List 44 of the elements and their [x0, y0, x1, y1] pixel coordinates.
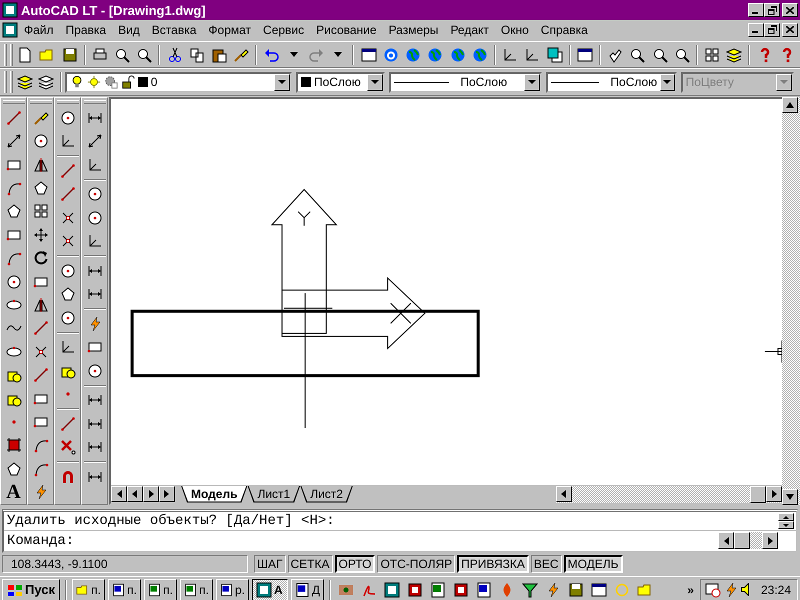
coordinates-readout: 108.3443, -9.1100: [2, 555, 248, 573]
layout-tab[interactable]: Лист2: [300, 486, 353, 502]
lineweight-dropdown[interactable]: ПоСлою: [546, 72, 677, 92]
menu-item[interactable]: Справка: [534, 22, 594, 36]
color-value: ПоСлою: [314, 75, 362, 89]
menu-item[interactable]: Сервис: [257, 22, 310, 36]
taskbar-button[interactable]: Д: [291, 578, 324, 600]
clock: 23:24: [760, 582, 791, 596]
status-toggle[interactable]: ОРТО: [334, 555, 376, 573]
color-dropdown[interactable]: ПоСлою: [296, 72, 386, 92]
window-title: AutoCAD LT - [Drawing1.dwg]: [21, 2, 207, 18]
status-toggle[interactable]: СЕТКА: [288, 555, 332, 573]
command-prompt: Команда:: [7, 532, 76, 548]
taskbar-button[interactable]: р.: [216, 578, 249, 600]
menu-item[interactable]: Редакт: [444, 22, 495, 36]
menu-item[interactable]: Формат: [202, 22, 258, 36]
status-toggle[interactable]: МОДЕЛЬ: [564, 555, 623, 573]
status-toggle[interactable]: ВЕС: [530, 555, 562, 573]
layer-dropdown[interactable]: 0: [64, 72, 292, 92]
menu-item[interactable]: Правка: [60, 22, 112, 36]
start-button[interactable]: Пуск: [2, 578, 60, 600]
command-history: Удалить исходные объекты? [Да/Нет] <Н>:: [7, 513, 336, 529]
linetype-dropdown[interactable]: ПоСлою: [389, 72, 542, 92]
status-toggle[interactable]: ОТС-ПОЛЯР: [377, 555, 456, 573]
layout-tab[interactable]: Лист1: [247, 486, 300, 502]
menu-item[interactable]: Вид: [112, 22, 146, 36]
linetype-value: ПоСлою: [460, 75, 508, 89]
more-button[interactable]: »: [684, 582, 697, 596]
status-toggle[interactable]: ШАГ: [254, 555, 286, 573]
layout-tab[interactable]: Модель: [181, 486, 248, 502]
taskbar-button[interactable]: п.: [144, 578, 177, 600]
layer-name: 0: [150, 75, 158, 89]
menu-item[interactable]: Размеры: [382, 22, 444, 36]
plot-style-value: ПоЦвету: [686, 75, 735, 89]
menu-item[interactable]: Вставка: [146, 22, 202, 36]
taskbar-button[interactable]: п.: [72, 578, 105, 600]
taskbar-button[interactable]: п.: [180, 578, 213, 600]
taskbar-button[interactable]: п.: [108, 578, 141, 600]
lineweight-value: ПоСлою: [610, 75, 658, 89]
menu-item[interactable]: Окно: [494, 22, 535, 36]
taskbar-button[interactable]: A: [252, 578, 288, 600]
status-toggle[interactable]: ПРИВЯЗКА: [457, 555, 529, 573]
menu-item[interactable]: Рисование: [310, 22, 383, 36]
menu-item[interactable]: Файл: [18, 22, 60, 36]
